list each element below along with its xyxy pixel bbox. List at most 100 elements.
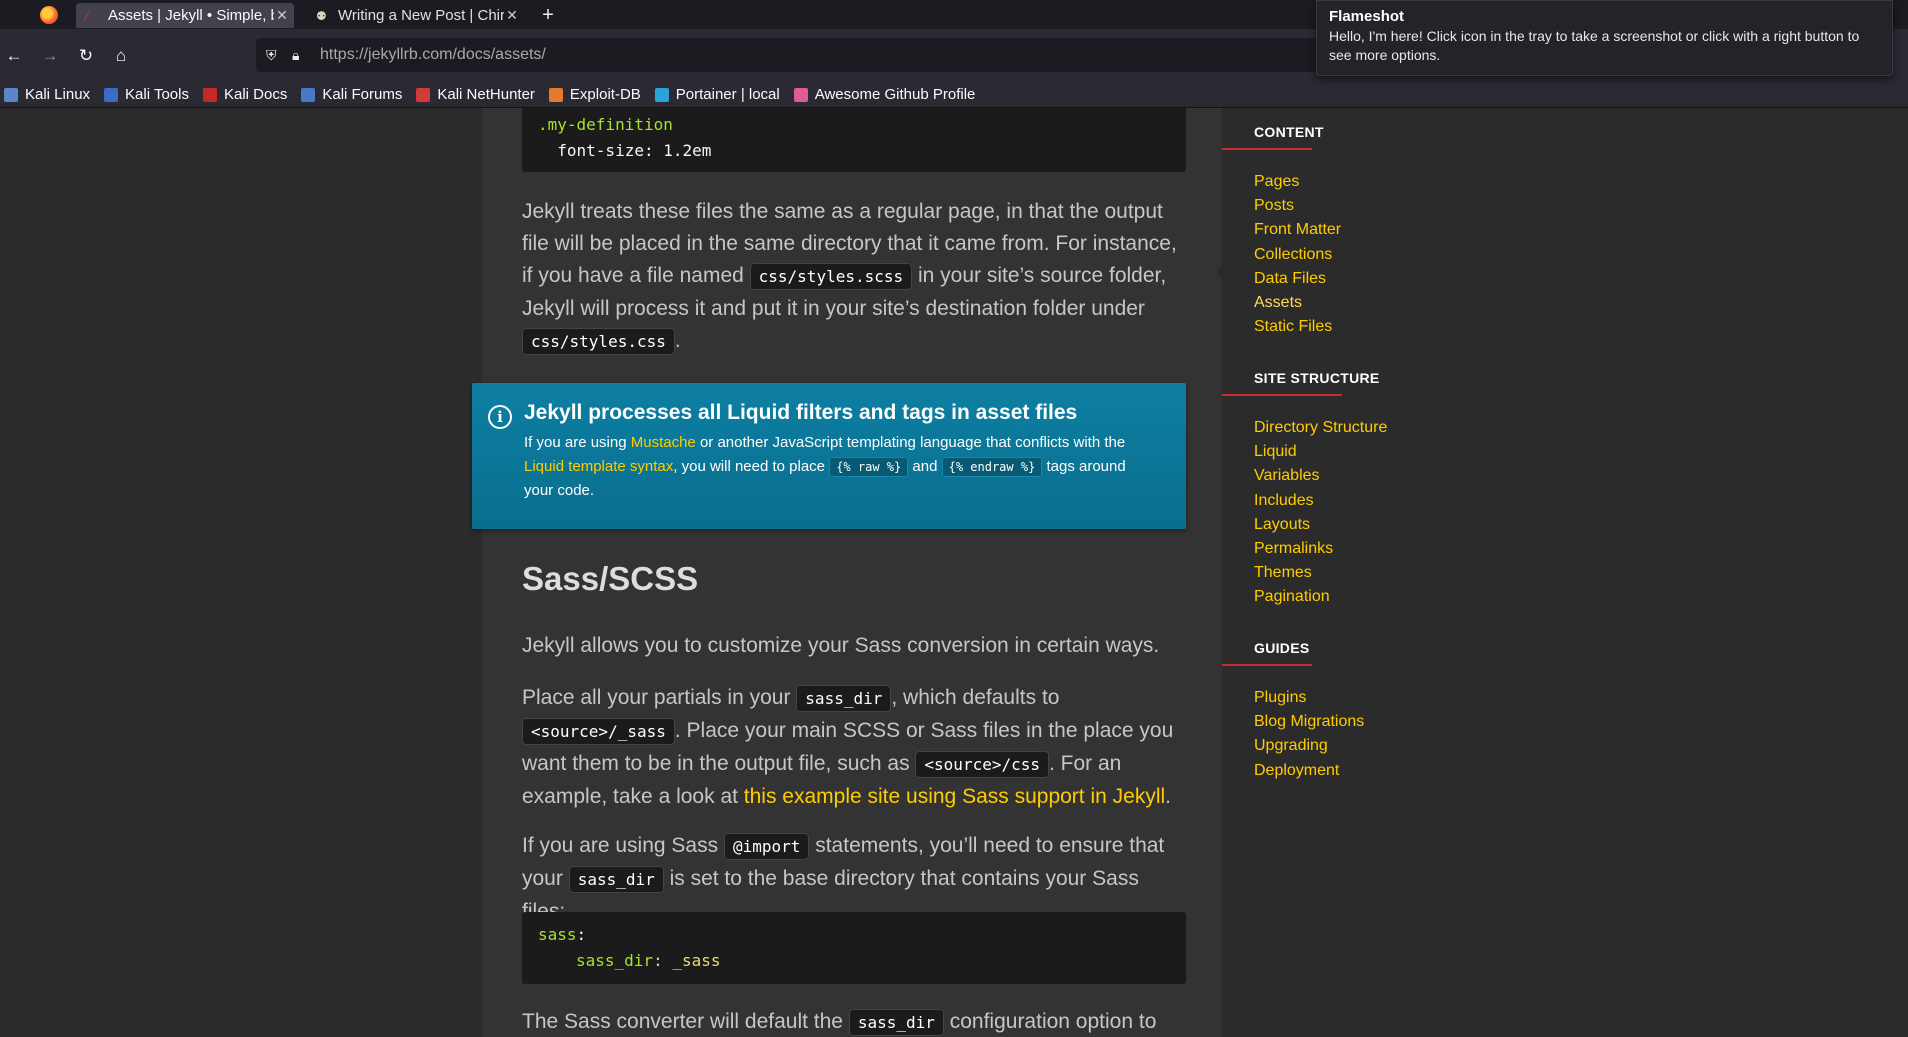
section-divider bbox=[1222, 148, 1312, 150]
sidebar-item-directory-structure[interactable]: Directory Structure bbox=[1254, 416, 1454, 440]
bookmark-label: Kali Docs bbox=[223, 86, 288, 103]
nav-section-content: CONTENT Pages Posts Front Matter Collect… bbox=[1222, 124, 1454, 339]
section-divider bbox=[1222, 394, 1342, 396]
bookmark-kali-tools[interactable]: Kali Tools bbox=[104, 86, 189, 103]
liquid-template-syntax-link[interactable]: Liquid template syntax bbox=[524, 458, 673, 475]
sidebar-item-posts[interactable]: Posts bbox=[1254, 194, 1454, 218]
code-punct: : bbox=[576, 925, 587, 944]
bookmark-awesome-github-profile[interactable]: Awesome Github Profile bbox=[793, 86, 976, 103]
url-path: /docs/assets/ bbox=[452, 46, 546, 63]
tab-writing-a-new-post[interactable]: ⚉ Writing a New Post | Chir ✕ bbox=[306, 3, 524, 28]
callout-body: If you are using Mustache or another Jav… bbox=[524, 431, 1156, 503]
tab-assets-jekyll[interactable]: ∕ Assets | Jekyll • Simple, bl ✕ bbox=[76, 3, 294, 28]
nethunter-icon bbox=[416, 87, 431, 102]
bookmark-label: Exploit-DB bbox=[569, 86, 641, 103]
sidebar-item-assets[interactable]: Assets bbox=[1254, 291, 1454, 315]
bookmark-kali-forums[interactable]: Kali Forums bbox=[301, 86, 402, 103]
close-icon[interactable]: ✕ bbox=[504, 7, 520, 24]
sidebar-item-variables[interactable]: Variables bbox=[1254, 464, 1454, 488]
bookmark-label: Kali NetHunter bbox=[437, 86, 535, 103]
url-text[interactable]: https://jekyllrb.com/docs/assets/ bbox=[320, 46, 546, 64]
tracking-shield-icon[interactable]: ⛨ bbox=[266, 46, 282, 64]
bookmark-label: Kali Forums bbox=[322, 86, 403, 103]
heading-sass-scss: Sass/SCSS bbox=[522, 560, 699, 597]
sidebar-item-plugins[interactable]: Plugins bbox=[1254, 686, 1454, 710]
kali-tools-icon bbox=[104, 87, 119, 102]
bookmark-portainer[interactable]: Portainer | local bbox=[654, 86, 780, 103]
nav-section-title: GUIDES bbox=[1254, 640, 1310, 656]
inline-code: {% endraw %} bbox=[941, 457, 1043, 477]
example-site-link[interactable]: this example site using Sass support in … bbox=[744, 785, 1165, 808]
url-host: https://jekyllrb.com bbox=[320, 46, 453, 63]
code-key: sass bbox=[538, 925, 577, 944]
nav-section-title: SITE STRUCTURE bbox=[1254, 370, 1380, 386]
sidebar-item-data-files[interactable]: Data Files bbox=[1254, 267, 1454, 291]
sidebar-item-pagination[interactable]: Pagination bbox=[1254, 585, 1454, 609]
flameshot-notification[interactable]: Flameshot Hello, I'm here! Click icon in… bbox=[1316, 0, 1893, 76]
code-block-yaml: sass: sass_dir: _sass bbox=[522, 912, 1186, 984]
bookmark-exploit-db[interactable]: Exploit-DB bbox=[548, 86, 641, 103]
text: The Sass converter will default the bbox=[522, 1010, 849, 1033]
kali-dragon-icon bbox=[4, 87, 18, 102]
text: If you are using Sass bbox=[522, 834, 724, 857]
bookmark-label: Kali Tools bbox=[125, 86, 189, 103]
paragraph-partials: Place all your partials in your sass_dir… bbox=[522, 682, 1186, 813]
code-value: : _sass bbox=[653, 951, 721, 970]
code-line: sass: bbox=[538, 922, 1170, 948]
inline-code: @import bbox=[723, 833, 810, 860]
tab-label: Writing a New Post | Chir bbox=[338, 7, 504, 24]
inline-code: sass_dir bbox=[568, 866, 664, 893]
sidebar-item-deployment[interactable]: Deployment bbox=[1254, 759, 1454, 783]
forward-arrow-icon[interactable]: → bbox=[39, 45, 61, 67]
code-line: .my-definition bbox=[538, 115, 673, 134]
close-icon[interactable]: ✕ bbox=[274, 7, 290, 24]
docs-sidebar: CONTENT Pages Posts Front Matter Collect… bbox=[1216, 108, 1908, 1037]
inline-code: {% raw %} bbox=[829, 457, 909, 477]
text: Place all your partials in your bbox=[522, 686, 797, 709]
sidebar-item-liquid[interactable]: Liquid bbox=[1254, 440, 1454, 464]
sidebar-item-front-matter[interactable]: Front Matter bbox=[1254, 218, 1454, 242]
new-tab-button[interactable]: + bbox=[536, 3, 560, 27]
back-arrow-icon[interactable]: ← bbox=[3, 45, 25, 67]
bookmark-label: Awesome Github Profile bbox=[814, 86, 976, 103]
inline-code: <source>/_sass bbox=[522, 718, 675, 745]
chirpy-icon: ⚉ bbox=[316, 8, 327, 23]
code-line: sass_dir: _sass bbox=[538, 948, 1170, 974]
inline-code: css/styles.css bbox=[522, 328, 675, 355]
inline-code: css/styles.scss bbox=[749, 263, 913, 290]
portainer-icon bbox=[654, 87, 669, 102]
info-callout: i Jekyll processes all Liquid filters an… bbox=[472, 383, 1186, 529]
firefox-logo-icon[interactable] bbox=[40, 6, 58, 24]
mustache-link[interactable]: Mustache bbox=[631, 434, 696, 451]
sidebar-item-permalinks[interactable]: Permalinks bbox=[1254, 537, 1454, 561]
text: . bbox=[1165, 785, 1172, 808]
kali-forums-icon bbox=[301, 87, 316, 102]
notification-title: Flameshot bbox=[1329, 8, 1405, 25]
info-icon: i bbox=[488, 405, 512, 429]
sidebar-item-collections[interactable]: Collections bbox=[1254, 243, 1454, 267]
sidebar-item-includes[interactable]: Includes bbox=[1254, 489, 1454, 513]
code-line: font-size: 1.2em bbox=[538, 141, 712, 160]
lock-icon[interactable]: 🔒︎ bbox=[292, 46, 308, 64]
text: If you are using bbox=[524, 434, 631, 451]
paragraph-sass-intro: Jekyll allows you to customize your Sass… bbox=[522, 634, 1160, 657]
code-block-css: .my-definition font-size: 1.2em bbox=[522, 108, 1186, 172]
bookmark-kali-docs[interactable]: Kali Docs bbox=[202, 86, 288, 103]
bookmark-kali-linux[interactable]: Kali Linux bbox=[4, 86, 90, 103]
sidebar-item-layouts[interactable]: Layouts bbox=[1254, 513, 1454, 537]
sidebar-item-blog-migrations[interactable]: Blog Migrations bbox=[1254, 710, 1454, 734]
docs-content: .my-definition font-size: 1.2em Jekyll t… bbox=[472, 108, 1222, 1037]
notification-body: Hello, I'm here! Click icon in the tray … bbox=[1329, 28, 1860, 63]
reload-icon[interactable]: ↻ bbox=[75, 45, 97, 67]
home-icon[interactable]: ⌂ bbox=[110, 45, 132, 67]
sidebar-item-pages[interactable]: Pages bbox=[1254, 170, 1454, 194]
sidebar-item-static-files[interactable]: Static Files bbox=[1254, 315, 1454, 339]
nav-section-site-structure: SITE STRUCTURE Directory Structure Liqui… bbox=[1222, 370, 1454, 610]
nav-section-title: CONTENT bbox=[1254, 124, 1324, 140]
bookmark-kali-nethunter[interactable]: Kali NetHunter bbox=[416, 86, 535, 103]
sidebar-item-upgrading[interactable]: Upgrading bbox=[1254, 734, 1454, 758]
exploit-db-icon bbox=[548, 87, 563, 102]
web-page: .my-definition font-size: 1.2em Jekyll t… bbox=[0, 108, 1908, 1037]
sidebar-item-themes[interactable]: Themes bbox=[1254, 561, 1454, 585]
text: , you will need to place bbox=[673, 458, 830, 475]
